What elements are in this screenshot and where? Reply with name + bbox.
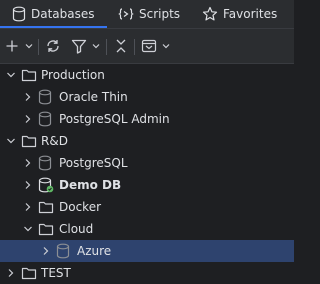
tree-item-label: Cloud [59, 222, 94, 236]
chevron-right-icon[interactable] [22, 91, 34, 103]
tree-item-azure[interactable]: Azure [0, 240, 294, 262]
tree-item-label: Oracle Thin [59, 90, 128, 104]
chevron-right-icon[interactable] [40, 245, 52, 257]
chevron-down-icon[interactable] [22, 223, 34, 235]
refresh-icon [45, 38, 61, 54]
refresh-button[interactable] [45, 29, 61, 63]
database-connected-icon [38, 177, 54, 193]
tab-databases-label: Databases [31, 7, 95, 21]
filter-button[interactable] [71, 29, 100, 63]
tree-item-postgresql-admin[interactable]: PostgreSQL Admin [0, 108, 294, 130]
chevron-down-icon[interactable] [5, 69, 17, 81]
chevron-down-icon [25, 43, 33, 49]
tree-item-test[interactable]: TEST [0, 262, 294, 284]
tree-item-rnd[interactable]: R&D [0, 130, 294, 152]
chevron-right-icon[interactable] [22, 179, 34, 191]
folder-icon [38, 221, 54, 237]
chevron-down-icon[interactable] [5, 135, 17, 147]
tab-favorites-label: Favorites [223, 7, 278, 21]
add-button[interactable] [5, 29, 33, 63]
tree-item-label: PostgreSQL [59, 156, 128, 170]
options-button[interactable] [141, 29, 170, 63]
tab-favorites[interactable]: Favorites [202, 0, 277, 28]
tree-item-label: Azure [77, 244, 112, 258]
chevron-right-icon[interactable] [22, 113, 34, 125]
toolbar [0, 28, 294, 64]
toolbar-separator [38, 39, 39, 55]
star-icon [202, 6, 218, 22]
folder-icon [38, 199, 54, 215]
collapse-all-icon [114, 38, 128, 54]
collapse-all-button[interactable] [114, 29, 128, 63]
chevron-right-icon[interactable] [22, 157, 34, 169]
folder-icon [21, 265, 37, 281]
database-icon [56, 243, 72, 259]
tab-databases[interactable]: Databases [12, 0, 95, 28]
tree-item-label: Docker [59, 200, 102, 214]
tree-item-cloud[interactable]: Cloud [0, 218, 294, 240]
database-icon [38, 155, 54, 171]
script-icon [118, 6, 134, 22]
toolbar-separator [106, 39, 107, 55]
tree-item-label: TEST [41, 266, 71, 280]
chevron-down-icon [92, 43, 100, 49]
tree-item-label: Demo DB [59, 178, 122, 192]
filter-icon [71, 38, 87, 54]
tab-scripts[interactable]: Scripts [118, 0, 180, 28]
folder-icon [21, 133, 37, 149]
database-icon [38, 89, 54, 105]
tree-item-label: Production [41, 68, 105, 82]
tab-bar: Databases Scripts Favorites [0, 0, 294, 28]
tree-item-oracle-thin[interactable]: Oracle Thin [0, 86, 294, 108]
tree-item-label: R&D [41, 134, 68, 148]
tree-item-demo-db[interactable]: Demo DB [0, 174, 294, 196]
tree-item-production[interactable]: Production [0, 64, 294, 86]
chevron-right-icon[interactable] [5, 267, 17, 279]
tab-scripts-label: Scripts [139, 7, 181, 21]
options-icon [141, 38, 157, 54]
chevron-right-icon[interactable] [22, 201, 34, 213]
folder-icon [21, 67, 37, 83]
toolbar-separator [134, 39, 135, 55]
tree-item-docker[interactable]: Docker [0, 196, 294, 218]
database-icon [38, 111, 54, 127]
chevron-down-icon [162, 43, 170, 49]
add-icon [5, 39, 19, 53]
tree-item-label: PostgreSQL Admin [59, 112, 170, 126]
tree-item-postgresql[interactable]: PostgreSQL [0, 152, 294, 174]
database-icon [12, 6, 26, 22]
